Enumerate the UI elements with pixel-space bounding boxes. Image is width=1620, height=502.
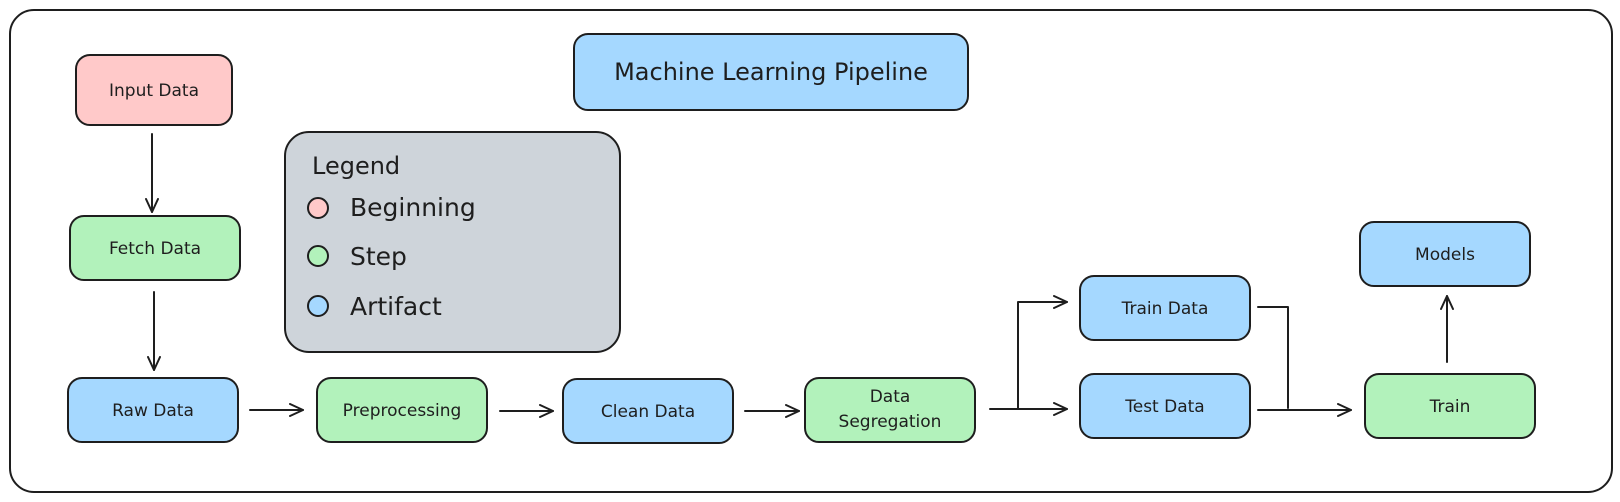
node-preprocessing: Preprocessing [316,377,488,443]
node-train-data: Train Data [1079,275,1251,341]
node-input-data: Input Data [75,54,233,126]
node-train: Train [1364,373,1536,439]
node-label: Segregation [839,412,942,432]
node-label: Train [1429,397,1471,417]
node-label: Input Data [109,81,199,101]
node-fetch-data: Fetch Data [69,215,241,281]
node-label: Fetch Data [109,239,201,259]
node-test-data: Test Data [1079,373,1251,439]
node-models: Models [1359,221,1531,287]
node-label: Preprocessing [343,401,462,421]
legend-beginning-swatch [307,197,329,219]
diagram-title: Machine Learning Pipeline [614,58,928,86]
legend-item-label: Artifact [350,292,442,321]
legend-item-label: Step [350,242,407,271]
node-label: Raw Data [112,401,194,421]
legend-step-swatch [307,245,329,267]
node-label: Train Data [1121,299,1209,319]
node-label: Data [870,387,911,407]
legend-artifact-swatch [307,295,329,317]
node-label: Test Data [1124,397,1204,417]
legend-item-label: Beginning [350,193,476,222]
node-label: Models [1415,245,1475,265]
node-raw-data: Raw Data [67,377,239,443]
node-label: Clean Data [601,402,695,422]
node-clean-data: Clean Data [562,378,734,444]
pipeline-diagram: Machine Learning Pipeline Legend Beginni… [9,9,1613,493]
node-data-segregation: Data Segregation [804,377,976,443]
title-box: Machine Learning Pipeline [573,33,969,111]
legend-heading: Legend [312,152,400,180]
legend: Legend Beginning Step Artifact [284,131,621,353]
